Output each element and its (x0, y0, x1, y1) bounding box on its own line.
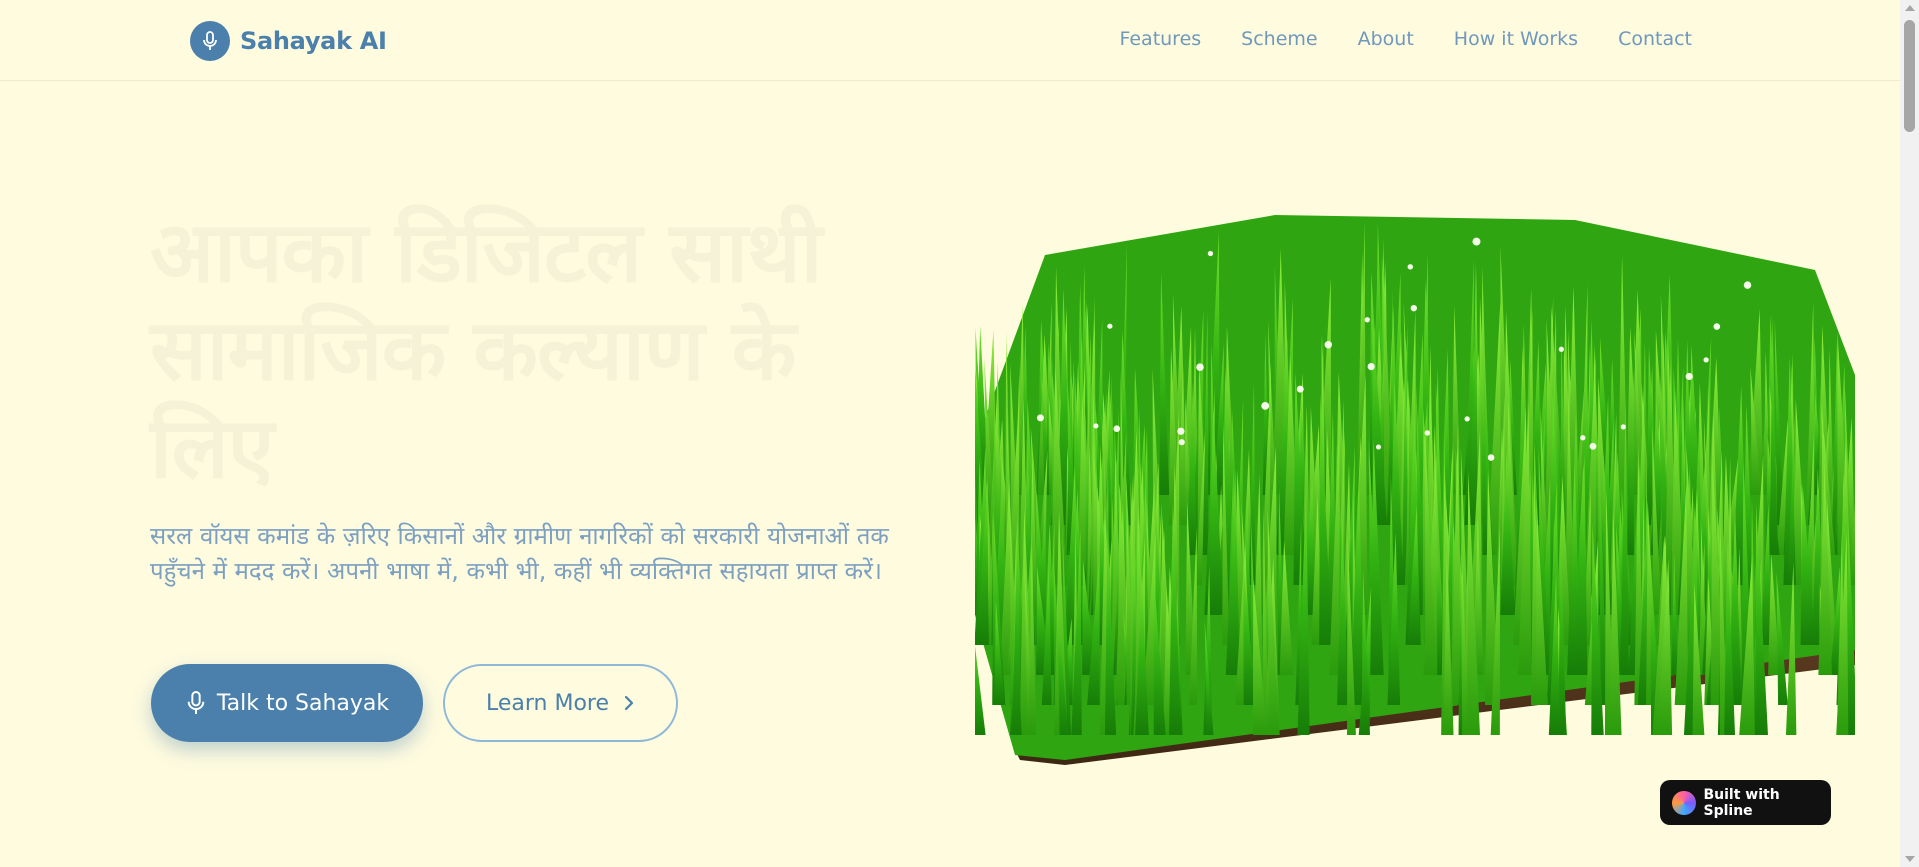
main-nav: Features Scheme About How it Works Conta… (1119, 28, 1692, 50)
nav-item-features[interactable]: Features (1119, 28, 1201, 50)
dew-drop (1324, 341, 1332, 349)
talk-to-sahayak-button[interactable]: Talk to Sahayak (151, 664, 423, 742)
hero-title: आपका डिजिटल साथी सामाजिक कल्याण के लिए (150, 203, 822, 497)
dew-drop (1743, 281, 1752, 289)
dew-drop (1367, 362, 1375, 371)
dew-drop (1113, 425, 1121, 433)
nav-item-contact[interactable]: Contact (1618, 28, 1692, 50)
dew-drop (1472, 237, 1481, 246)
dew-drop (1196, 363, 1204, 371)
dew-drop (1558, 346, 1564, 352)
dew-drop (1207, 250, 1214, 257)
page-scrollbar[interactable] (1900, 0, 1919, 867)
built-with-spline-badge[interactable]: Built with Spline (1660, 780, 1831, 825)
dew-drop (1178, 439, 1185, 446)
dew-drop (1424, 430, 1431, 436)
talk-to-sahayak-label: Talk to Sahayak (216, 690, 390, 716)
dew-drop (1375, 444, 1382, 450)
spline-badge-label: Built with Spline (1703, 786, 1780, 819)
learn-more-label: Learn More (485, 690, 610, 716)
mic-icon (187, 691, 205, 714)
mic-icon (203, 31, 217, 50)
dew-drop (1364, 317, 1370, 323)
dew-drop (1685, 372, 1693, 380)
scroll-thumb[interactable] (1904, 20, 1915, 132)
dew-drop (1580, 435, 1586, 441)
learn-more-button[interactable]: Learn More (443, 664, 678, 742)
dew-drop (1589, 442, 1597, 450)
dew-drop (1177, 427, 1185, 435)
dew-drop (1703, 357, 1709, 363)
hero-description: सरल वॉयस कमांड के ज़रिए किसानों और ग्राम… (150, 522, 889, 585)
dew-drop (1296, 385, 1304, 393)
nav-item-scheme[interactable]: Scheme (1241, 28, 1317, 50)
dew-drop (1464, 416, 1470, 422)
nav-item-how-it-works[interactable]: How it Works (1454, 28, 1578, 50)
nav-item-about[interactable]: About (1358, 28, 1414, 50)
dew-drop (1261, 401, 1270, 410)
top-navbar: Sahayak AI Features Scheme About How it … (0, 0, 1900, 81)
brand-logo (190, 21, 230, 61)
scroll-up-arrow-icon[interactable] (1905, 5, 1915, 11)
dew-drop (1410, 304, 1417, 312)
brand[interactable]: Sahayak AI (190, 21, 387, 61)
grass-3d-scene[interactable] (969, 195, 1860, 775)
dew-drop (1407, 264, 1414, 270)
dew-drop (1487, 454, 1495, 461)
scroll-down-arrow-icon[interactable] (1905, 856, 1915, 862)
grass-illustration (969, 215, 1860, 765)
dew-drop (1093, 423, 1099, 429)
brand-name: Sahayak AI (240, 27, 387, 55)
dew-drop (1036, 414, 1044, 422)
chevron-right-icon (624, 695, 634, 711)
dew-drop (1620, 424, 1626, 430)
dew-drop (1107, 323, 1113, 329)
spline-logo-icon (1672, 790, 1696, 815)
dew-drop (1713, 323, 1721, 330)
